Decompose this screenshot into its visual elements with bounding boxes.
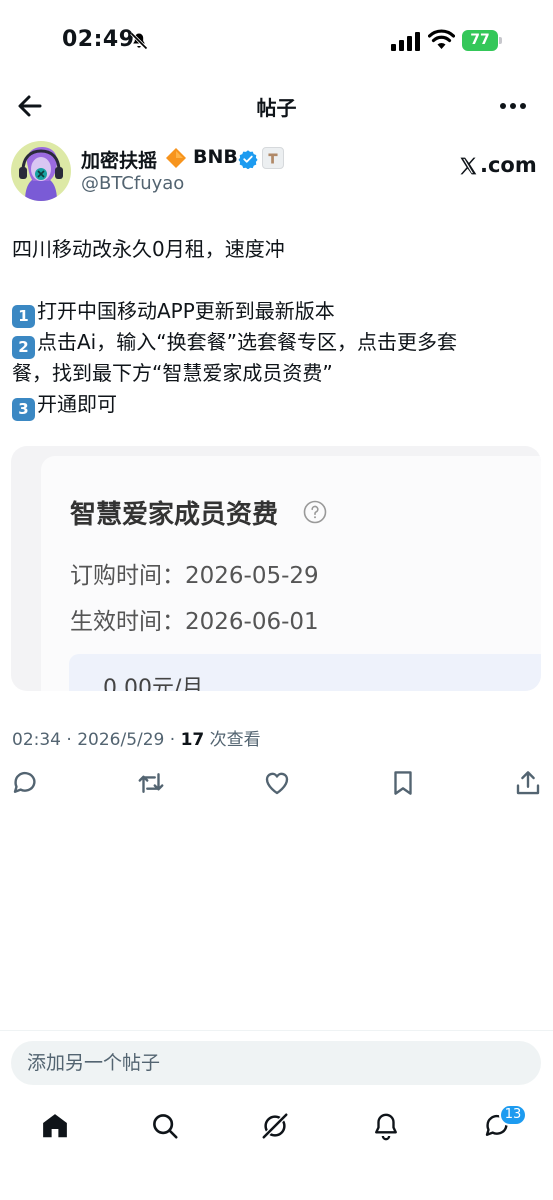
bell-off-icon [130,32,148,50]
post-text: 四川移动改永久0月租，速度冲 1 打开中国移动APP更新到最新版本 2 点击Ai，输… [12,234,542,421]
bookmark-button[interactable] [388,768,418,798]
page-title: 帖子 [256,96,297,120]
home-icon [43,1114,67,1138]
battery-level: 77 [462,30,498,51]
order-time: 订购时间：2026-05-29 [70,563,319,589]
status-time: 02:49 [62,27,135,52]
reply-input[interactable] [11,1041,541,1085]
post-image[interactable]: 智慧爱家成员资费 订购时间：2026-05-29 生效时间：2026-06-01… [11,446,541,691]
like-icon [265,772,289,795]
search-icon [153,1114,178,1139]
step-text: 打开中国移动APP更新到最新版本 [37,299,335,323]
messages-badge: 13 [499,1104,527,1126]
tab-notifications[interactable] [368,1108,404,1144]
author-name[interactable]: 加密扶摇 [81,146,157,173]
repost-button[interactable] [136,768,166,798]
plan-price: 0.00元/月 [103,676,204,691]
step-text: 点击Ai，输入“换套餐”选套餐专区，点击更多套 [37,330,457,354]
cellular-signal-icon [391,32,420,51]
grok-icon [261,1112,289,1140]
diamond-emoji-icon [166,148,186,168]
view-label: 次查看 [204,730,261,750]
repost-icon [138,773,164,793]
post-step: 3 开通即可 [12,389,542,421]
price-box: 0.00元/月 [69,654,541,691]
affiliate-badge-icon[interactable] [262,147,284,169]
post-meta: 02:34 · 2026/5/29 · 17 次查看 [12,725,261,750]
source-domain: .com [480,153,537,177]
effective-time: 生效时间：2026-06-01 [70,609,319,635]
post-step: 1 打开中国移动APP更新到最新版本 [12,296,542,328]
reply-icon [13,771,36,793]
post-timestamp: 02:34 · 2026/5/29 · [12,730,181,750]
step-text: 开通即可 [37,392,117,416]
x-logo-icon [460,157,477,175]
share-button[interactable] [513,768,543,798]
tab-home[interactable] [37,1108,73,1144]
divider [0,1030,553,1031]
like-button[interactable] [262,768,292,798]
avatar[interactable] [11,141,71,201]
author-handle[interactable]: @BTCfuyao [81,173,184,194]
verified-icon[interactable] [238,149,258,169]
reply-button[interactable] [10,768,40,798]
post-line: 四川移动改永久0月租，速度冲 [12,237,285,261]
wifi-icon [428,29,455,49]
help-icon [303,500,327,524]
keycap-3-icon: 3 [12,398,35,421]
view-count[interactable]: 17 [181,730,205,750]
more-icon[interactable] [497,90,529,122]
post-step: 2 点击Ai，输入“换套餐”选套餐专区，点击更多套 [12,327,542,359]
battery-icon: 77 [462,30,502,51]
notifications-icon [375,1113,397,1141]
tab-grok[interactable] [257,1108,293,1144]
tab-search[interactable] [147,1108,183,1144]
bookmark-icon [394,771,412,795]
source-badge[interactable]: .com [458,153,537,181]
plan-title: 智慧爱家成员资费 [70,500,279,530]
share-icon [516,771,540,795]
author-name-suffix: BNB [193,146,238,168]
post-step-continued: 餐，找到最下方“智慧爱家成员资费” [12,361,333,385]
post-header: 帖子 [0,82,553,130]
plan-card: 智慧爱家成员资费 订购时间：2026-05-29 生效时间：2026-06-01… [41,456,541,691]
status-bar: 02:49 77 [0,0,553,82]
keycap-2-icon: 2 [12,336,35,359]
keycap-1-icon: 1 [12,305,35,328]
